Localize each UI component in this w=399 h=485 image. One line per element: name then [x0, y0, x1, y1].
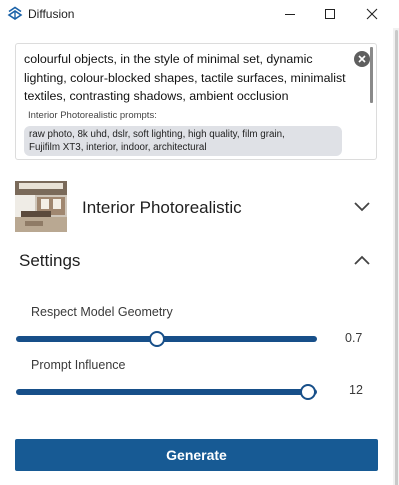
prompt-influence-label: Prompt Influence — [31, 358, 126, 372]
chevron-down-icon[interactable] — [353, 199, 371, 213]
preset-prompt-caption: Interior Photorealistic prompts: — [28, 110, 157, 121]
style-selector[interactable]: Interior Photorealistic — [15, 181, 377, 233]
prompt-input[interactable]: colourful objects, in the style of minim… — [15, 43, 377, 160]
prompt-influence-slider-handle[interactable] — [299, 384, 316, 400]
respect-geometry-label: Respect Model Geometry — [31, 305, 173, 319]
chevron-up-icon[interactable] — [352, 252, 372, 268]
window-scrollbar-thumb[interactable] — [395, 30, 398, 485]
style-name: Interior Photorealistic — [82, 198, 242, 217]
preset-prompt-chip[interactable]: raw photo, 8k uhd, dslr, soft lighting, … — [24, 126, 342, 156]
respect-geometry-value: 0.7 — [345, 331, 363, 345]
prompt-influence-value: 12 — [349, 383, 363, 397]
diffusion-logo-icon — [7, 6, 23, 22]
generate-button[interactable]: Generate — [15, 439, 378, 471]
prompt-influence-slider[interactable] — [16, 384, 317, 400]
close-icon[interactable] — [352, 0, 392, 28]
interior-room-thumbnail — [15, 181, 67, 232]
title-bar: Diffusion — [0, 0, 399, 28]
window-title: Diffusion — [28, 7, 75, 21]
window-scrollbar[interactable] — [393, 28, 399, 485]
minimize-icon[interactable] — [270, 0, 310, 28]
clear-icon[interactable] — [354, 51, 370, 67]
prompt-text[interactable]: colourful objects, in the style of minim… — [24, 50, 364, 106]
maximize-icon[interactable] — [310, 0, 350, 28]
respect-geometry-slider[interactable] — [16, 331, 317, 347]
respect-geometry-slider-handle[interactable] — [149, 331, 166, 347]
prompt-scrollbar[interactable] — [370, 47, 373, 103]
settings-title: Settings — [19, 251, 81, 270]
